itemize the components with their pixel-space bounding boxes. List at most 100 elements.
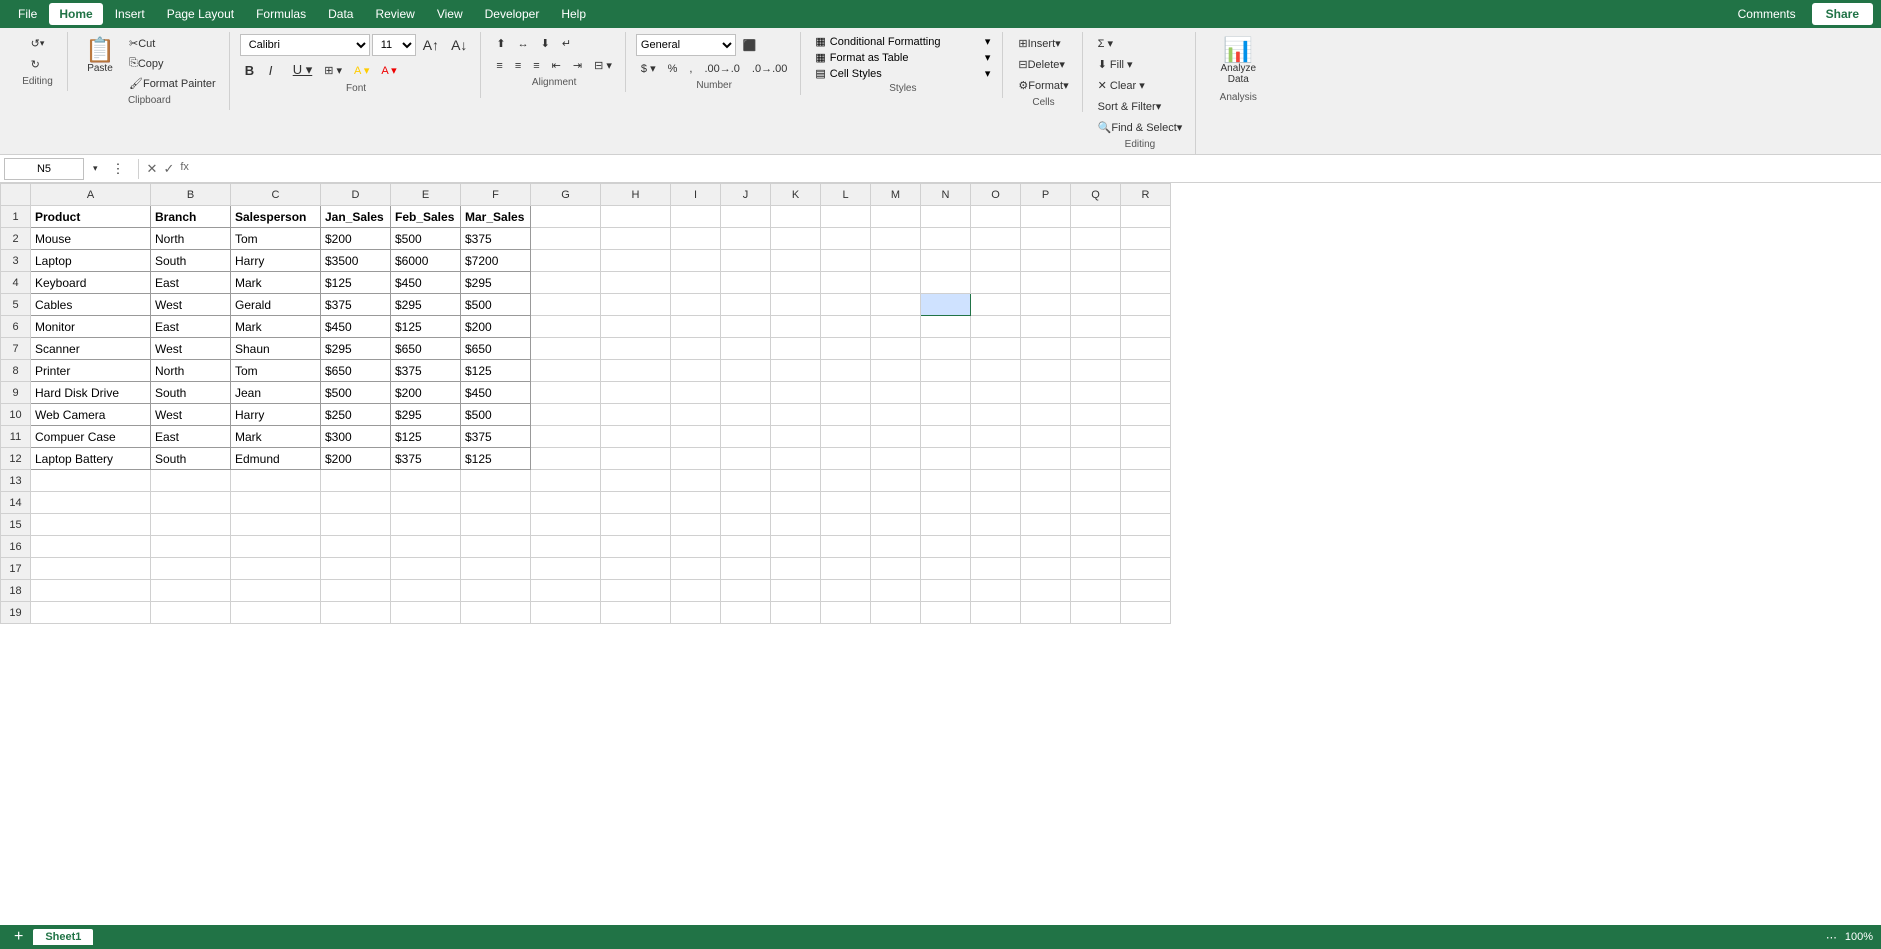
cell-B14[interactable] [151,492,231,514]
cell-D3[interactable]: $3500 [321,250,391,272]
cell-N4[interactable] [921,272,971,294]
decrease-indent-button[interactable]: ⇤ [547,56,566,75]
cell-H14[interactable] [601,492,671,514]
cell-G1[interactable] [531,206,601,228]
cell-O2[interactable] [971,228,1021,250]
cell-B15[interactable] [151,514,231,536]
cell-I6[interactable] [671,316,721,338]
cell-A8[interactable]: Printer [31,360,151,382]
cell-F6[interactable]: $200 [461,316,531,338]
cell-Q2[interactable] [1071,228,1121,250]
cell-C10[interactable]: Harry [231,404,321,426]
format-button[interactable]: ⚙ Format ▾ [1013,76,1073,95]
row-header-9[interactable]: 9 [1,382,31,404]
cell-C2[interactable]: Tom [231,228,321,250]
cell-Q8[interactable] [1071,360,1121,382]
cell-R4[interactable] [1121,272,1171,294]
cell-F4[interactable]: $295 [461,272,531,294]
cell-D17[interactable] [321,558,391,580]
cell-L18[interactable] [821,580,871,602]
menu-review[interactable]: Review [365,3,424,25]
cell-J1[interactable] [721,206,771,228]
cell-H6[interactable] [601,316,671,338]
row-header-2[interactable]: 2 [1,228,31,250]
cell-K19[interactable] [771,602,821,624]
cell-E18[interactable] [391,580,461,602]
row-header-1[interactable]: 1 [1,206,31,228]
number-format-select[interactable]: General [636,34,736,56]
menu-developer[interactable]: Developer [475,3,550,25]
cell-A2[interactable]: Mouse [31,228,151,250]
cell-R5[interactable] [1121,294,1171,316]
cell-B4[interactable]: East [151,272,231,294]
cell-E11[interactable]: $125 [391,426,461,448]
cell-J19[interactable] [721,602,771,624]
cell-L7[interactable] [821,338,871,360]
cell-D6[interactable]: $450 [321,316,391,338]
cell-Q3[interactable] [1071,250,1121,272]
cell-B7[interactable]: West [151,338,231,360]
cell-C13[interactable] [231,470,321,492]
cell-J4[interactable] [721,272,771,294]
cell-L11[interactable] [821,426,871,448]
cell-N17[interactable] [921,558,971,580]
menu-help[interactable]: Help [551,3,596,25]
cell-M19[interactable] [871,602,921,624]
cell-C8[interactable]: Tom [231,360,321,382]
cell-P2[interactable] [1021,228,1071,250]
cell-D15[interactable] [321,514,391,536]
cell-M14[interactable] [871,492,921,514]
cell-D16[interactable] [321,536,391,558]
underline-button[interactable]: U ▾ [288,59,318,81]
cell-E19[interactable] [391,602,461,624]
autosum-button[interactable]: Σ ▾ [1093,34,1188,53]
cell-C17[interactable] [231,558,321,580]
col-header-P[interactable]: P [1021,184,1071,206]
cell-K12[interactable] [771,448,821,470]
cell-B1[interactable]: Branch [151,206,231,228]
row-header-4[interactable]: 4 [1,272,31,294]
cut-button[interactable]: ✂ Cut [124,34,221,53]
cell-H4[interactable] [601,272,671,294]
font-name-select[interactable]: Calibri [240,34,370,56]
cell-A9[interactable]: Hard Disk Drive [31,382,151,404]
cell-I3[interactable] [671,250,721,272]
row-header-3[interactable]: 3 [1,250,31,272]
cell-D5[interactable]: $375 [321,294,391,316]
cell-styles-button[interactable]: ▤ Cell Styles ▾ [811,66,994,81]
cell-I5[interactable] [671,294,721,316]
cell-O6[interactable] [971,316,1021,338]
cell-D8[interactable]: $650 [321,360,391,382]
cell-K6[interactable] [771,316,821,338]
cell-F11[interactable]: $375 [461,426,531,448]
cell-D14[interactable] [321,492,391,514]
fill-color-button[interactable]: A ▾ [349,61,374,80]
cell-B10[interactable]: West [151,404,231,426]
cell-K9[interactable] [771,382,821,404]
cell-N14[interactable] [921,492,971,514]
cell-Q14[interactable] [1071,492,1121,514]
cell-N15[interactable] [921,514,971,536]
cell-O11[interactable] [971,426,1021,448]
cell-L10[interactable] [821,404,871,426]
cell-L2[interactable] [821,228,871,250]
cell-C14[interactable] [231,492,321,514]
cell-E3[interactable]: $6000 [391,250,461,272]
cell-C9[interactable]: Jean [231,382,321,404]
cell-M8[interactable] [871,360,921,382]
cell-H12[interactable] [601,448,671,470]
menu-insert[interactable]: Insert [105,3,155,25]
cell-I14[interactable] [671,492,721,514]
cell-R1[interactable] [1121,206,1171,228]
cell-L5[interactable] [821,294,871,316]
row-header-19[interactable]: 19 [1,602,31,624]
row-header-10[interactable]: 10 [1,404,31,426]
row-header-7[interactable]: 7 [1,338,31,360]
formula-input[interactable] [193,160,1877,178]
cell-B16[interactable] [151,536,231,558]
cell-K1[interactable] [771,206,821,228]
cell-A12[interactable]: Laptop Battery [31,448,151,470]
cell-I18[interactable] [671,580,721,602]
cell-P3[interactable] [1021,250,1071,272]
cell-N3[interactable] [921,250,971,272]
